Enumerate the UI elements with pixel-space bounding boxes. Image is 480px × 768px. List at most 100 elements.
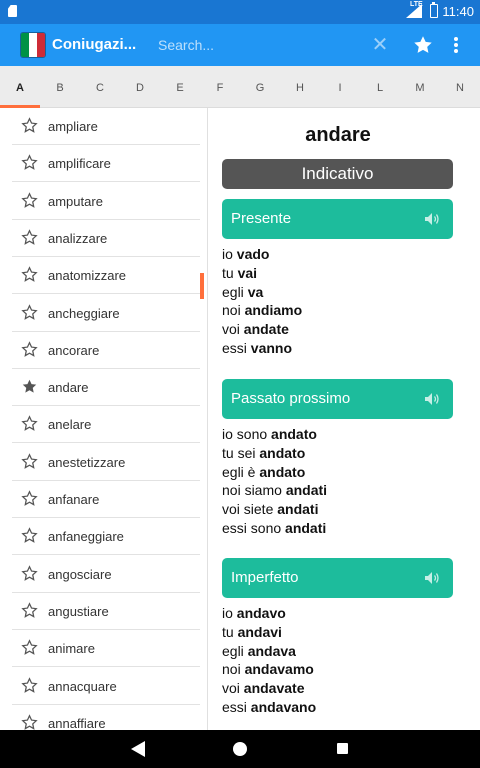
star-outline-icon[interactable] [21,676,38,694]
verb-list-item[interactable]: anfaneggiare [12,518,200,556]
tab-e[interactable]: E [160,66,200,108]
conjugation-prefix: tu sei [222,444,260,461]
verb-list-item[interactable]: anfanare [12,481,200,518]
favorites-star-icon[interactable] [412,34,434,56]
verb-list-item[interactable]: andare [12,369,200,407]
conjugation-prefix: egli è [222,463,260,480]
verb-label: ancheggiare [48,305,120,321]
tab-a[interactable]: A [0,66,40,108]
conjugation-line: voi siete andati [222,500,318,519]
star-outline-icon[interactable] [21,452,38,470]
verb-title: andare [305,124,371,146]
star-outline-icon[interactable] [21,714,38,730]
verb-list-item[interactable]: anestetizzare [12,444,200,481]
star-outline-icon[interactable] [21,639,38,656]
verb-list-item[interactable]: ancheggiare [12,295,200,332]
conjugation-prefix: voi siete [222,501,278,518]
conjugated-verb: andavate [243,680,305,697]
star-filled-icon[interactable] [21,378,38,395]
conjugation-line: voi andate [222,320,289,339]
star-outline-icon[interactable] [21,266,38,283]
star-outline-icon[interactable] [21,602,38,619]
verb-label: anfanare [48,492,100,507]
mood-header[interactable]: Indicativo [222,159,453,189]
star-outline-icon[interactable] [21,564,38,582]
tense-header[interactable]: Imperfetto [222,558,453,598]
back-icon[interactable] [131,741,145,757]
verb-list-item[interactable]: angustiare [12,593,200,630]
conjugation-prefix: egli [222,283,248,300]
star-outline-icon[interactable] [21,341,38,358]
star-outline-icon[interactable] [21,490,38,507]
conjugated-verb: andavamo [244,661,314,678]
verb-list-item[interactable]: annacquare [12,668,200,705]
tab-m[interactable]: M [400,66,440,108]
verb-list: ampliare amplificare amputare analizzare ana… [0,108,208,730]
flag-stripe-green [21,33,29,57]
verb-list-item[interactable]: animare [12,630,200,668]
speaker-icon[interactable] [424,570,440,586]
tab-d[interactable]: D [120,66,160,108]
verb-list-item[interactable]: angosciare [12,556,200,593]
tab-b[interactable]: B [40,66,80,108]
star-outline-icon[interactable] [21,154,38,171]
verb-list-item[interactable]: analizzare [12,220,200,257]
tense-header[interactable]: Passato prossimo [222,379,453,419]
conjugation-prefix: io [222,605,237,621]
tab-f[interactable]: F [200,66,240,108]
star-outline-icon[interactable] [21,415,38,432]
tab-n[interactable]: N [440,66,480,108]
conjugated-verb: andiamo [244,302,303,319]
speaker-icon[interactable] [424,211,440,227]
conjugation-prefix: essi [222,699,251,715]
conjugation-prefix: tu [222,623,238,640]
tab-g[interactable]: G [240,66,280,108]
verb-list-item[interactable]: anatomizzare [12,257,200,295]
verb-label: amputare [48,193,103,209]
conjugation-line: tu andavi [222,623,282,642]
tense-label: Passato prossimo [231,390,351,407]
verb-list-item[interactable]: annaffiare [12,705,200,730]
tab-h[interactable]: H [280,66,320,108]
conjugation-line: essi vanno [222,339,292,358]
tab-c[interactable]: C [80,66,120,108]
network-type: LTE [410,1,423,8]
conjugation-prefix: noi siamo [222,482,286,499]
star-outline-icon[interactable] [21,117,38,134]
tab-i[interactable]: I [320,66,360,108]
star-outline-icon[interactable] [21,527,38,544]
sd-card-icon [8,5,17,17]
conjugated-verb: andavano [250,699,317,715]
conjugation-prefix: io sono [222,426,272,442]
star-outline-icon[interactable] [21,229,38,246]
recents-icon[interactable] [337,743,348,754]
tense-label: Imperfetto [231,569,299,586]
conjugation-line: egli è andato [222,463,305,482]
home-icon[interactable] [233,742,247,756]
speaker-icon[interactable] [424,391,440,407]
verb-list-item[interactable]: anelare [12,406,200,444]
verb-list-item[interactable]: amputare [12,183,200,220]
conjugation-line: egli andava [222,642,296,661]
verb-label: amplificare [48,156,111,172]
verb-list-item[interactable]: ancorare [12,332,200,369]
scrollbar-thumb[interactable] [200,273,204,299]
verb-label: andare [48,380,89,396]
tense-header[interactable]: Presente [222,199,453,239]
conjugation-line: voi andavate [222,679,305,698]
verb-list-item[interactable]: ampliare [12,108,200,145]
verb-label: analizzare [48,230,108,246]
conjugation-line: essi andavano [222,698,316,717]
search-input[interactable] [158,33,358,57]
conjugated-verb: andavo [236,605,286,621]
app-bar: Coniugazi... ✕ [0,24,480,66]
tab-l[interactable]: L [360,66,400,108]
clear-search-icon[interactable]: ✕ [370,35,390,55]
app-title: Coniugazi... [52,36,137,53]
verb-list-item[interactable]: amplificare [12,145,200,183]
star-outline-icon[interactable] [21,191,38,209]
tense-label: Presente [231,210,292,227]
more-options-icon[interactable] [446,35,466,55]
star-outline-icon[interactable] [21,303,38,321]
conjugated-verb: andati [285,482,328,499]
